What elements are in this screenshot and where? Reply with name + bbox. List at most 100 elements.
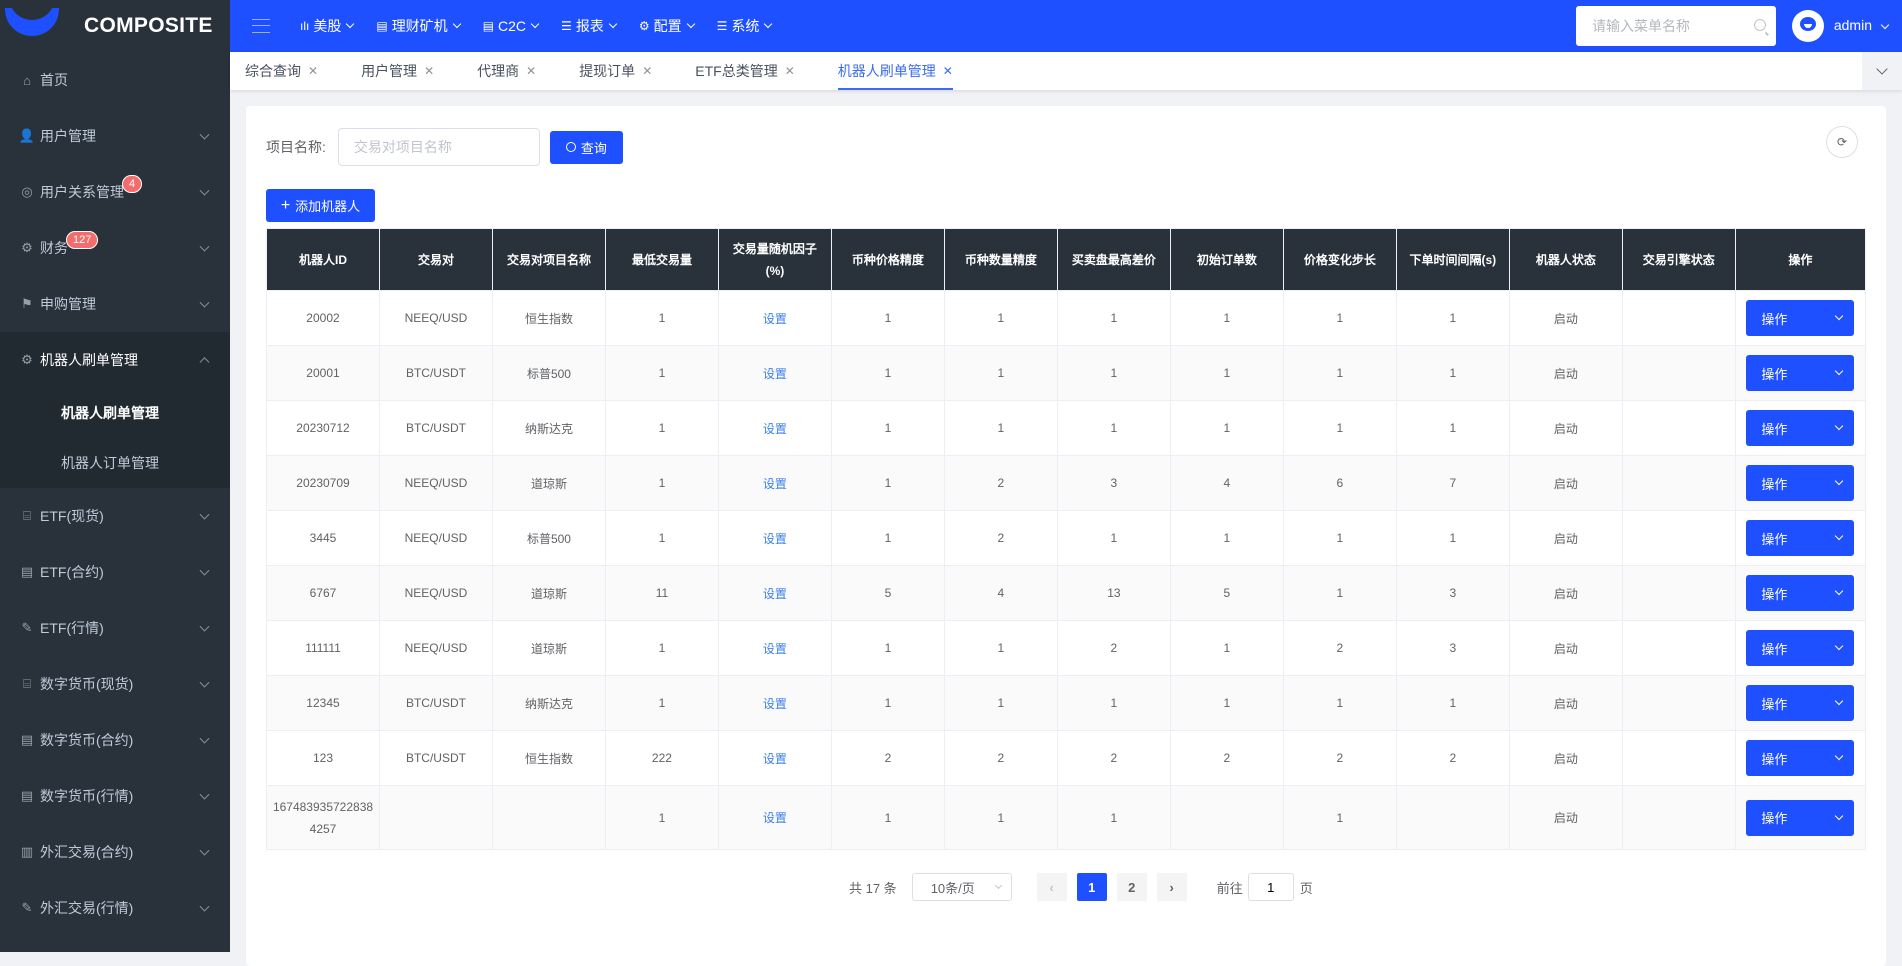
- close-icon[interactable]: ✕: [943, 64, 953, 78]
- menu-search-input[interactable]: [1592, 18, 1742, 34]
- next-page-button[interactable]: ›: [1156, 873, 1187, 901]
- add-robot-button[interactable]: + 添加机器人: [266, 189, 375, 222]
- set-random-factor-link[interactable]: 设置: [717, 730, 832, 786]
- sidebar-subitem[interactable]: 机器人刷单管理: [0, 388, 230, 438]
- page-button[interactable]: 1: [1076, 873, 1107, 901]
- table-cell: [1395, 785, 1510, 850]
- sidebar-item[interactable]: ▤ 数字货币(行情): [0, 768, 230, 824]
- sidebar-item[interactable]: ⌂ 首页: [0, 52, 230, 108]
- table-row: 1674839357228384257 1 设置 1 1 1 1 启动 操作: [266, 785, 1867, 850]
- operation-dropdown-button[interactable]: 操作: [1746, 465, 1855, 501]
- set-random-factor-link[interactable]: 设置: [717, 620, 832, 676]
- top-nav-item[interactable]: ☰ 系统: [717, 16, 773, 36]
- sidebar-menu: ⌂ 首页 👤 用户管理 ◎ 用户关系管理 4 ⚙ 财务 127 ⚑ 申购管理 ⚙ 机器人刷单管理 机器人刷单…: [0, 52, 230, 936]
- hamburger-menu-icon[interactable]: [252, 19, 270, 33]
- operation-dropdown-button[interactable]: 操作: [1746, 410, 1855, 446]
- operation-dropdown-button[interactable]: 操作: [1746, 630, 1855, 666]
- sidebar-item[interactable]: ⚙ 机器人刷单管理: [0, 332, 230, 388]
- operation-dropdown-button[interactable]: 操作: [1746, 300, 1855, 336]
- top-nav-item[interactable]: ▤ C2C: [483, 18, 540, 34]
- page-button[interactable]: 2: [1116, 873, 1147, 901]
- sidebar-item[interactable]: ⚙ 财务 127: [0, 220, 230, 276]
- close-icon[interactable]: ✕: [785, 64, 795, 78]
- avatar[interactable]: [1792, 10, 1824, 42]
- table-cell: 2: [1056, 730, 1171, 786]
- sidebar-item[interactable]: ⚑ 申购管理: [0, 276, 230, 332]
- chevron-down-icon[interactable]: [1880, 20, 1890, 30]
- set-random-factor-link[interactable]: 设置: [717, 400, 832, 456]
- top-nav-item[interactable]: ⚙ 配置: [639, 16, 695, 36]
- set-random-factor-link[interactable]: 设置: [717, 675, 832, 731]
- table-cell: 1: [1056, 510, 1171, 566]
- username[interactable]: admin: [1834, 17, 1872, 33]
- close-icon[interactable]: ✕: [526, 64, 536, 78]
- search-icon[interactable]: [1754, 19, 1766, 31]
- operation-dropdown-button[interactable]: 操作: [1746, 740, 1855, 776]
- tab[interactable]: 机器人刷单管理 ✕: [837, 52, 953, 90]
- table-cell: 1: [604, 620, 719, 676]
- project-name-label: 项目名称:: [266, 139, 326, 155]
- table-cell: 1: [943, 290, 1058, 346]
- total-count: 共 17 条: [849, 880, 897, 896]
- sidebar-item[interactable]: ▤ 数字货币(合约): [0, 712, 230, 768]
- tab[interactable]: 综合查询 ✕: [245, 52, 318, 90]
- close-icon[interactable]: ✕: [424, 64, 434, 78]
- tab[interactable]: 代理商 ✕: [477, 52, 536, 90]
- project-name-input[interactable]: [337, 128, 540, 166]
- sidebar-item[interactable]: ▤ ETF(合约): [0, 544, 230, 600]
- set-random-factor-link[interactable]: 设置: [717, 455, 832, 511]
- table-cell: BTC/USDT: [378, 400, 493, 456]
- set-random-factor-link[interactable]: 设置: [717, 510, 832, 566]
- table-cell: 纳斯达克: [491, 675, 606, 731]
- sidebar-item[interactable]: ✎ 外汇交易(行情): [0, 880, 230, 936]
- tab[interactable]: 提现订单 ✕: [579, 52, 652, 90]
- set-random-factor-link[interactable]: 设置: [717, 290, 832, 346]
- top-nav-item[interactable]: ▤ 理财矿机: [376, 16, 461, 36]
- operation-dropdown-button[interactable]: 操作: [1746, 685, 1855, 721]
- goto-page-input[interactable]: [1247, 873, 1294, 901]
- sidebar-item-label: 用户关系管理: [40, 184, 124, 200]
- set-random-factor-link[interactable]: 设置: [717, 785, 832, 850]
- sidebar-item[interactable]: ◎ 用户关系管理 4: [0, 164, 230, 220]
- tab[interactable]: ETF总类管理 ✕: [695, 52, 795, 90]
- sidebar-item[interactable]: ⌸ ETF(现货): [0, 488, 230, 544]
- page-size-select[interactable]: 10条/页: [911, 873, 1012, 901]
- top-nav-item[interactable]: ılı 美股: [300, 16, 355, 36]
- sidebar-item[interactable]: ▥ 外汇交易(合约): [0, 824, 230, 880]
- operation-dropdown-button[interactable]: 操作: [1746, 799, 1855, 836]
- tabs-more-button[interactable]: [1862, 52, 1902, 90]
- chevron-down-icon: [199, 185, 210, 196]
- table-cell: [1621, 455, 1736, 511]
- table-cell: 5: [1169, 565, 1284, 621]
- refresh-button[interactable]: ⟳: [1826, 126, 1858, 158]
- sidebar-item[interactable]: ⌸ 数字货币(现货): [0, 656, 230, 712]
- set-random-factor-link[interactable]: 设置: [717, 345, 832, 401]
- query-button[interactable]: 查询: [549, 130, 623, 164]
- tab-label: ETF总类管理: [695, 63, 778, 79]
- chevron-down-icon: [199, 241, 210, 252]
- chevron-down-icon: [686, 19, 695, 29]
- sidebar-item-label: ETF(现货): [40, 508, 104, 524]
- table-row: 6767 NEEQ/USD 道琼斯 11 设置 5 4 13 5 1 3 启动 操作: [266, 565, 1867, 621]
- tab[interactable]: 用户管理 ✕: [361, 52, 434, 90]
- sidebar-item[interactable]: 👤 用户管理: [0, 108, 230, 164]
- chevron-down-icon: [1835, 586, 1844, 596]
- close-icon[interactable]: ✕: [308, 64, 318, 78]
- list-icon: ☰: [561, 19, 572, 33]
- sidebar-subitem[interactable]: 机器人订单管理: [0, 438, 230, 488]
- column-header: 最低交易量: [604, 228, 719, 291]
- chevron-down-icon: [1835, 811, 1844, 820]
- table-cell: 启动: [1508, 785, 1623, 850]
- prev-page-button[interactable]: ‹: [1036, 873, 1067, 901]
- op-cell: 操作: [1734, 675, 1867, 731]
- operation-dropdown-button[interactable]: 操作: [1746, 355, 1855, 391]
- set-random-factor-link[interactable]: 设置: [717, 565, 832, 621]
- list-box-icon: ▤: [376, 19, 388, 33]
- top-nav-label: 报表: [575, 18, 604, 34]
- operation-dropdown-button[interactable]: 操作: [1746, 520, 1855, 556]
- top-nav-item[interactable]: ☰ 报表: [561, 16, 618, 36]
- operation-dropdown-button[interactable]: 操作: [1746, 575, 1855, 611]
- close-icon[interactable]: ✕: [642, 64, 652, 78]
- plus-icon: +: [280, 196, 291, 214]
- sidebar-item[interactable]: ✎ ETF(行情): [0, 600, 230, 656]
